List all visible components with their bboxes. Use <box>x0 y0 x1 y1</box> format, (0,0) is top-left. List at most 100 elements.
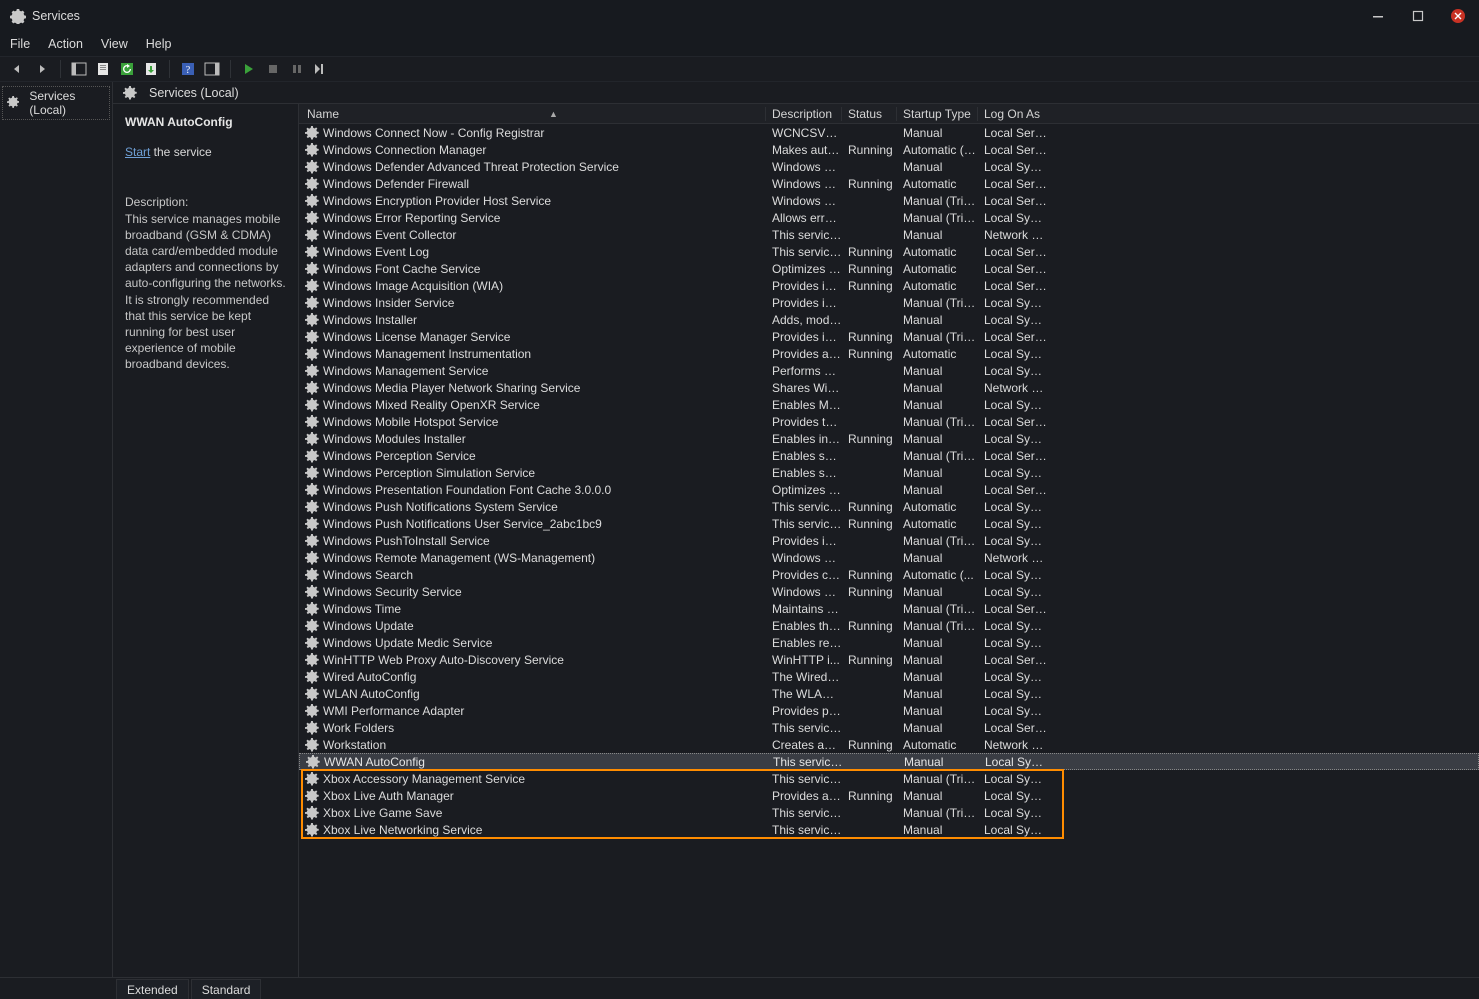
gear-icon <box>10 8 26 24</box>
service-row[interactable]: Windows SearchProvides co...RunningAutom… <box>299 566 1479 583</box>
show-hide-action-pane-button[interactable] <box>202 59 222 79</box>
service-startup: Manual (Trig... <box>897 296 978 310</box>
service-startup: Manual <box>897 653 978 667</box>
service-row[interactable]: Windows Modules InstallerEnables inst...… <box>299 430 1479 447</box>
menu-view[interactable]: View <box>101 37 128 51</box>
service-row[interactable]: Windows Mobile Hotspot ServiceProvides t… <box>299 413 1479 430</box>
service-row[interactable]: Windows Management ServicePerforms m...M… <box>299 362 1479 379</box>
service-startup: Manual (Trig... <box>897 194 978 208</box>
service-row[interactable]: WLAN AutoConfigThe WLANS...ManualLocal S… <box>299 685 1479 702</box>
service-row[interactable]: Windows Event CollectorThis service ...M… <box>299 226 1479 243</box>
service-row[interactable]: Xbox Live Auth ManagerProvides au...Runn… <box>299 787 1479 804</box>
col-header-status[interactable]: Status <box>842 107 897 121</box>
service-startup: Manual <box>897 228 978 242</box>
service-startup: Manual (Trig... <box>897 449 978 463</box>
properties-button[interactable] <box>93 59 113 79</box>
service-description: Enables inst... <box>766 432 842 446</box>
service-row[interactable]: Windows Remote Management (WS-Management… <box>299 549 1479 566</box>
service-row[interactable]: Windows PushToInstall ServiceProvides in… <box>299 532 1479 549</box>
tab-extended[interactable]: Extended <box>116 979 189 999</box>
service-row[interactable]: Windows Event LogThis service ...Running… <box>299 243 1479 260</box>
service-name: Windows Search <box>323 568 413 582</box>
service-row[interactable]: Windows Push Notifications System Servic… <box>299 498 1479 515</box>
service-row[interactable]: Windows TimeMaintains d...Manual (Trig..… <box>299 600 1479 617</box>
menu-action[interactable]: Action <box>48 37 83 51</box>
service-row[interactable]: Wired AutoConfigThe Wired A...ManualLoca… <box>299 668 1479 685</box>
service-row[interactable]: Windows Perception Simulation ServiceEna… <box>299 464 1479 481</box>
service-row[interactable]: Windows Management InstrumentationProvid… <box>299 345 1479 362</box>
service-row[interactable]: Windows Insider ServiceProvides inf...Ma… <box>299 294 1479 311</box>
service-logon: Local Syste... <box>978 670 1048 684</box>
export-list-button[interactable] <box>141 59 161 79</box>
gear-icon <box>305 466 319 480</box>
help-button[interactable]: ? <box>178 59 198 79</box>
service-row[interactable]: Windows License Manager ServiceProvides … <box>299 328 1479 345</box>
service-logon: Local Syste... <box>978 789 1048 803</box>
minimize-button[interactable] <box>1367 5 1389 27</box>
tree-root-item[interactable]: Services (Local) <box>2 86 110 120</box>
service-name: Windows Security Service <box>323 585 462 599</box>
service-row[interactable]: Xbox Live Game SaveThis service ...Manua… <box>299 804 1479 821</box>
service-description: Allows error... <box>766 211 842 225</box>
service-row[interactable]: Windows Mixed Reality OpenXR ServiceEnab… <box>299 396 1479 413</box>
service-row[interactable]: Windows Encryption Provider Host Service… <box>299 192 1479 209</box>
service-name: Windows Mixed Reality OpenXR Service <box>323 398 540 412</box>
service-row[interactable]: Windows Presentation Foundation Font Cac… <box>299 481 1479 498</box>
maximize-button[interactable] <box>1407 5 1429 27</box>
service-row[interactable]: Windows Media Player Network Sharing Ser… <box>299 379 1479 396</box>
list-header: Name▲ Description Status Startup Type Lo… <box>299 104 1479 124</box>
service-row[interactable]: Windows Defender Advanced Threat Protect… <box>299 158 1479 175</box>
service-row[interactable]: WMI Performance AdapterProvides pe...Man… <box>299 702 1479 719</box>
service-description: This service ... <box>766 806 842 820</box>
service-row[interactable]: Work FoldersThis service ...ManualLocal … <box>299 719 1479 736</box>
menu-file[interactable]: File <box>10 37 30 51</box>
titlebar[interactable]: Services <box>0 0 1479 32</box>
service-row[interactable]: Windows Error Reporting ServiceAllows er… <box>299 209 1479 226</box>
menu-help[interactable]: Help <box>146 37 172 51</box>
close-button[interactable] <box>1447 5 1469 27</box>
service-row[interactable]: Windows InstallerAdds, modi...ManualLoca… <box>299 311 1479 328</box>
service-logon: Local Service <box>978 415 1048 429</box>
service-logon: Network S... <box>978 381 1048 395</box>
service-row[interactable]: WinHTTP Web Proxy Auto-Discovery Service… <box>299 651 1479 668</box>
pause-service-button[interactable] <box>287 59 307 79</box>
gear-icon <box>123 86 137 100</box>
service-logon: Local Syste... <box>978 313 1048 327</box>
service-startup: Automatic <box>897 347 978 361</box>
service-row[interactable]: Windows Connect Now - Config RegistrarWC… <box>299 124 1479 141</box>
refresh-button[interactable] <box>117 59 137 79</box>
service-row[interactable]: WWAN AutoConfigThis service ...ManualLoc… <box>299 753 1479 770</box>
restart-service-button[interactable] <box>311 59 331 79</box>
col-header-startup[interactable]: Startup Type <box>897 107 978 121</box>
col-header-logon[interactable]: Log On As <box>978 107 1048 121</box>
col-header-description[interactable]: Description <box>766 107 842 121</box>
back-button[interactable] <box>8 59 28 79</box>
service-row[interactable]: Windows Defender FirewallWindows D...Run… <box>299 175 1479 192</box>
service-row[interactable]: Windows Image Acquisition (WIA)Provides … <box>299 277 1479 294</box>
service-row[interactable]: Windows Update Medic ServiceEnables rem.… <box>299 634 1479 651</box>
show-hide-tree-button[interactable] <box>69 59 89 79</box>
description-text: This service manages mobile broadband (G… <box>125 211 286 373</box>
service-logon: Local Syste... <box>978 296 1048 310</box>
service-row[interactable]: Windows UpdateEnables the ...RunningManu… <box>299 617 1479 634</box>
start-service-button[interactable] <box>239 59 259 79</box>
service-row[interactable]: Windows Push Notifications User Service_… <box>299 515 1479 532</box>
service-row[interactable]: Windows Security ServiceWindows Se...Run… <box>299 583 1479 600</box>
tab-standard[interactable]: Standard <box>191 979 262 999</box>
service-name: Windows Image Acquisition (WIA) <box>323 279 503 293</box>
service-row[interactable]: WorkstationCreates and...RunningAutomati… <box>299 736 1479 753</box>
service-row[interactable]: Xbox Accessory Management ServiceThis se… <box>299 770 1479 787</box>
stop-service-button[interactable] <box>263 59 283 79</box>
service-row[interactable]: Windows Perception ServiceEnables spa...… <box>299 447 1479 464</box>
service-row[interactable]: Windows Connection ManagerMakes auto...R… <box>299 141 1479 158</box>
svg-text:?: ? <box>186 65 191 76</box>
service-logon: Local Syste... <box>978 466 1048 480</box>
col-header-name[interactable]: Name▲ <box>299 107 766 121</box>
view-tabs: Extended Standard <box>0 977 1479 999</box>
service-name: Windows Perception Service <box>323 449 476 463</box>
service-description: Provides a c... <box>766 347 842 361</box>
forward-button[interactable] <box>32 59 52 79</box>
service-row[interactable]: Windows Font Cache ServiceOptimizes p...… <box>299 260 1479 277</box>
start-service-link[interactable]: Start <box>125 145 150 159</box>
service-row[interactable]: Xbox Live Networking ServiceThis service… <box>299 821 1479 838</box>
